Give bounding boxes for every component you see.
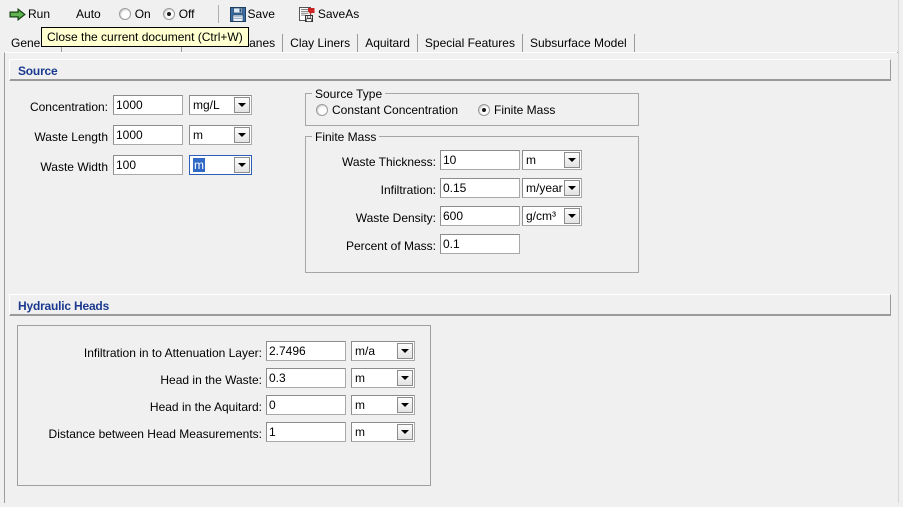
head-in-aquitard-unit-combo[interactable]: m <box>351 395 415 415</box>
tab-page-general: Source Concentration: mg/L Waste Length … <box>4 52 897 503</box>
chevron-down-icon[interactable] <box>234 127 250 143</box>
chevron-down-icon[interactable] <box>234 97 250 113</box>
waste-width-input[interactable] <box>113 155 183 175</box>
infiltration-attenuation-input[interactable] <box>266 341 346 361</box>
source-section-rule <box>10 79 890 80</box>
head-in-waste-unit-combo[interactable]: m <box>351 368 415 388</box>
infiltration-attenuation-unit-value: m/a <box>355 344 376 358</box>
head-in-aquitard-unit-value: m <box>355 398 365 412</box>
concentration-input[interactable] <box>113 95 183 115</box>
tab-aquitard[interactable]: Aquitard <box>358 34 418 53</box>
constant-concentration-radio[interactable]: Constant Concentration <box>316 103 458 117</box>
radio-indicator-on <box>118 8 131 20</box>
infiltration-attenuation-label: Infiltration in to Attenuation Layer: <box>83 346 262 360</box>
waste-density-unit-combo[interactable]: g/cm³ <box>522 206 582 226</box>
auto-on-label: On <box>134 7 151 21</box>
tab-clay-liners[interactable]: Clay Liners <box>283 34 359 53</box>
run-label: Run <box>28 7 51 21</box>
auto-label: Auto <box>76 7 101 21</box>
waste-density-label: Waste Density: <box>355 211 436 225</box>
infiltration-input[interactable] <box>440 178 520 198</box>
distance-between-heads-input[interactable] <box>266 422 346 442</box>
hydraulic-heads-section-rule <box>10 314 890 315</box>
hydraulic-heads-section-title: Hydraulic Heads <box>18 299 110 313</box>
auto-off-label: Off <box>178 7 195 21</box>
document-save-as-icon <box>298 6 316 22</box>
head-in-waste-input[interactable] <box>266 368 346 388</box>
waste-width-unit-value: m <box>193 158 205 172</box>
chevron-down-icon[interactable] <box>564 180 580 196</box>
percent-of-mass-label: Percent of Mass: <box>345 239 436 253</box>
head-in-aquitard-input[interactable] <box>266 395 346 415</box>
finite-mass-legend: Finite Mass <box>312 130 380 144</box>
waste-thickness-label: Waste Thickness: <box>341 155 436 169</box>
radio-indicator-finite-mass <box>478 104 490 116</box>
main-toolbar: Run Auto On Off Save SaveAs <box>0 0 903 28</box>
source-type-group: Source Type Constant Concentration Finit… <box>305 87 639 126</box>
application-window: Run Auto On Off Save SaveAs General Clay… <box>0 0 903 507</box>
head-in-aquitard-label: Head in the Aquitard: <box>149 400 262 414</box>
finite-mass-group: Finite Mass Waste Thickness: m Infiltrat… <box>305 130 639 273</box>
waste-density-unit-value: g/cm³ <box>526 209 556 223</box>
chevron-down-icon[interactable] <box>234 157 250 173</box>
head-in-waste-unit-value: m <box>355 371 365 385</box>
waste-length-unit-combo[interactable]: m <box>189 125 252 145</box>
hydraulic-heads-panel: Infiltration in to Attenuation Layer: m/… <box>17 325 431 486</box>
infiltration-unit-value: m/year <box>526 181 563 195</box>
run-button[interactable]: Run <box>4 3 55 25</box>
waste-width-label: Waste Width <box>40 160 108 174</box>
percent-of-mass-input[interactable] <box>440 234 520 254</box>
head-in-waste-label: Head in the Waste: <box>160 373 262 387</box>
green-right-arrow-icon <box>9 7 26 21</box>
infiltration-unit-combo[interactable]: m/year <box>522 178 582 198</box>
source-section: Source <box>9 59 891 81</box>
finite-mass-radio-label: Finite Mass <box>494 103 556 117</box>
saveas-label: SaveAs <box>317 7 360 21</box>
infiltration-attenuation-unit-combo[interactable]: m/a <box>351 341 415 361</box>
waste-density-input[interactable] <box>440 206 520 226</box>
waste-length-input[interactable] <box>113 125 183 145</box>
source-type-legend: Source Type <box>312 87 386 101</box>
chevron-down-icon[interactable] <box>397 343 413 359</box>
save-button[interactable]: Save <box>225 3 280 25</box>
radio-indicator-off <box>162 8 175 20</box>
waste-length-label: Waste Length <box>34 130 108 144</box>
waste-length-unit-value: m <box>193 128 203 142</box>
concentration-unit-value: mg/L <box>193 98 220 112</box>
constant-concentration-label: Constant Concentration <box>332 103 459 117</box>
hydraulic-heads-section: Hydraulic Heads <box>9 294 891 316</box>
floppy-disk-icon <box>229 6 246 22</box>
toolbar-separator <box>217 5 219 23</box>
radio-indicator-constant-concentration <box>316 104 328 116</box>
tab-subsurface-model[interactable]: Subsurface Model <box>522 34 635 53</box>
distance-between-heads-unit-combo[interactable]: m <box>351 422 415 442</box>
chevron-down-icon[interactable] <box>397 424 413 440</box>
distance-between-heads-label: Distance between Head Measurements: <box>48 427 262 441</box>
chevron-down-icon[interactable] <box>397 370 413 386</box>
distance-between-heads-unit-value: m <box>355 425 365 439</box>
waste-thickness-input[interactable] <box>440 150 520 170</box>
waste-thickness-unit-combo[interactable]: m <box>522 150 582 170</box>
concentration-unit-combo[interactable]: mg/L <box>189 95 252 115</box>
auto-on-radio[interactable]: On <box>118 7 151 21</box>
chevron-down-icon[interactable] <box>564 152 580 168</box>
auto-off-radio[interactable]: Off <box>162 7 195 21</box>
waste-thickness-unit-value: m <box>526 153 536 167</box>
tooltip: Close the current document (Ctrl+W) <box>41 27 249 47</box>
concentration-label: Concentration: <box>29 100 108 114</box>
tab-special-features[interactable]: Special Features <box>417 34 523 53</box>
chevron-down-icon[interactable] <box>397 397 413 413</box>
window-bottom-edge <box>0 503 903 507</box>
save-label: Save <box>247 7 275 21</box>
source-section-title: Source <box>18 64 58 78</box>
auto-group: Auto On Off <box>71 3 212 25</box>
saveas-button[interactable]: SaveAs <box>294 3 364 25</box>
chevron-down-icon[interactable] <box>564 208 580 224</box>
window-right-edge <box>898 0 903 507</box>
waste-width-unit-combo[interactable]: m <box>189 155 252 175</box>
infiltration-label: Infiltration: <box>380 183 436 197</box>
finite-mass-radio[interactable]: Finite Mass <box>478 103 555 117</box>
